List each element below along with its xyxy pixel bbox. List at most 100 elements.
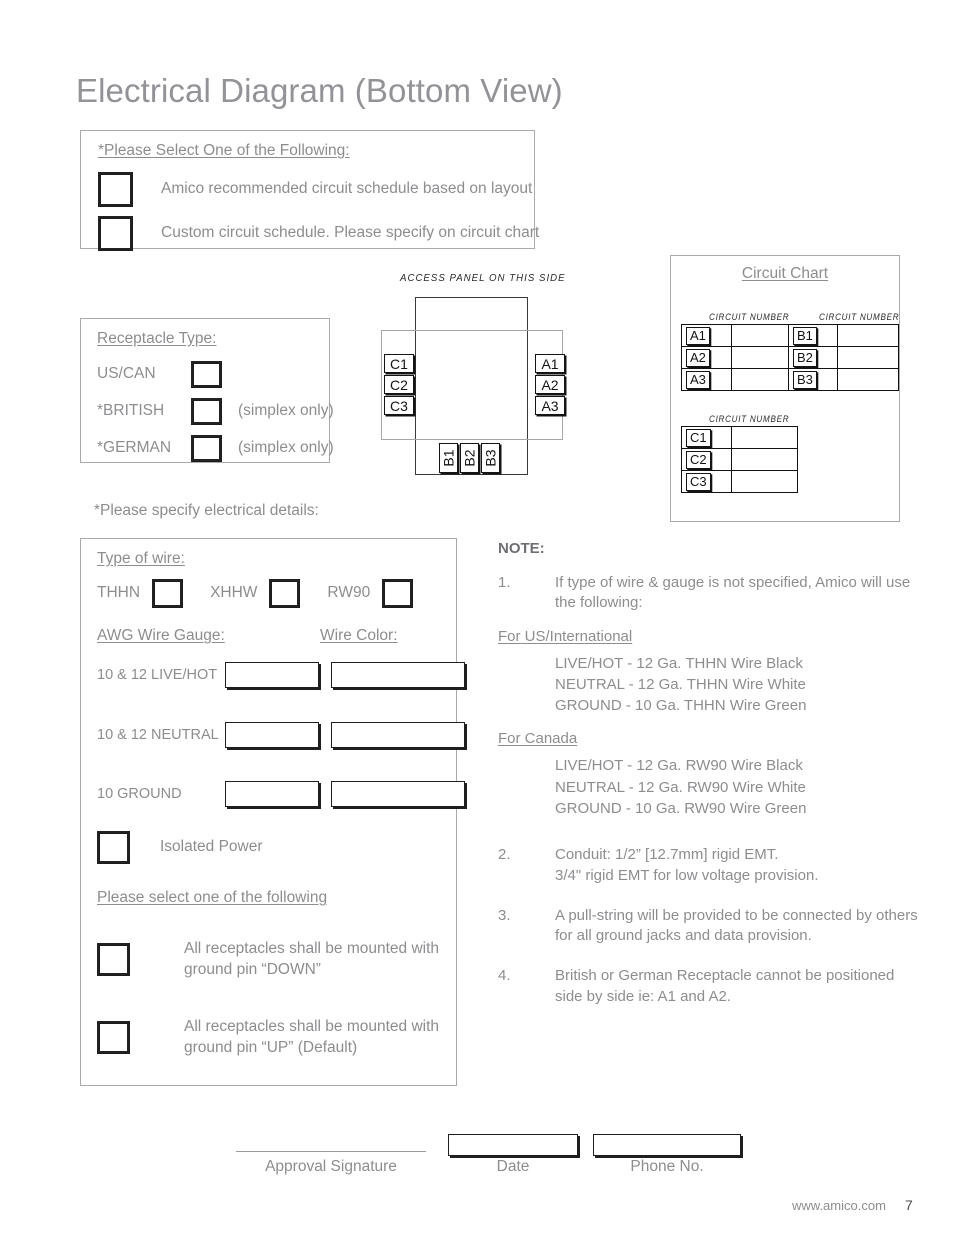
circuit-chart-title: Circuit Chart <box>741 265 829 282</box>
checkbox-ground-pin-down[interactable] <box>97 943 129 975</box>
diagram-pin-b2: B2 <box>460 443 479 473</box>
input-gauge-neutral[interactable] <box>225 722 319 748</box>
pin-label: B3 <box>482 449 499 467</box>
select-one-option-row[interactable]: Custom circuit schedule. Please specify … <box>98 216 539 250</box>
checkbox-wire-rw90[interactable] <box>382 579 413 607</box>
note-line: NEUTRAL - 12 Ga. THHN Wire White <box>555 675 806 693</box>
circuit-value-cell[interactable] <box>836 324 900 347</box>
pin-badge: A2 <box>686 348 710 367</box>
diagram-pin-b1: B1 <box>439 443 458 473</box>
approval-signature-line[interactable] <box>236 1151 426 1152</box>
checkbox-receptacle-british[interactable] <box>191 398 221 424</box>
note-item-4: 4. British or German Receptacle cannot b… <box>498 966 918 1007</box>
input-color-ground[interactable] <box>331 781 465 807</box>
pin-label: B2 <box>461 449 478 467</box>
electrical-bottom-view-diagram: ACCESS PANEL ON THIS SIDE C1 C2 C3 A1 A2… <box>370 268 580 493</box>
pin-badge: A1 <box>686 326 710 345</box>
phone-number-label: Phone No. <box>630 1158 704 1175</box>
note-line: GROUND - 10 Ga. RW90 Wire Green <box>555 799 807 817</box>
circuit-key-cell: C2 <box>681 448 732 471</box>
wire-type-rw90[interactable]: RW90 <box>327 579 413 607</box>
note-number: 3. <box>498 906 511 924</box>
ground-option-label: All receptacles shall be mounted with gr… <box>184 940 440 978</box>
diagram-pin-c1: C1 <box>384 354 414 373</box>
circuit-key-cell: B2 <box>788 346 838 369</box>
receptacle-row-german[interactable]: *GERMAN (simplex only) <box>97 435 334 461</box>
wire-type-options: THHN XHHW RW90 <box>97 579 413 607</box>
circuit-value-cell[interactable] <box>836 368 900 391</box>
note-line: LIVE/HOT - 12 Ga. THHN Wire Black <box>555 654 803 672</box>
note-us-lines: LIVE/HOT - 12 Ga. THHN Wire Black NEUTRA… <box>555 653 918 717</box>
table-row: C2 <box>681 448 798 471</box>
receptacle-note: (simplex only) <box>238 439 334 456</box>
wire-type-label: THHN <box>97 584 141 601</box>
circuit-key-cell: A1 <box>681 324 732 347</box>
specify-electrical-details-label: *Please specify electrical details: <box>94 502 319 519</box>
receptacle-row-us-can[interactable]: US/CAN <box>97 361 238 387</box>
checkbox-receptacle-german[interactable] <box>191 435 221 461</box>
table-row: B3 <box>788 368 900 391</box>
table-row: C1 <box>681 426 798 449</box>
note-line: GROUND - 10 Ga. THHN Wire Green <box>555 697 807 715</box>
note-line: NEUTRAL - 12 Ga. RW90 Wire White <box>555 778 806 796</box>
isolated-power-row[interactable]: Isolated Power <box>97 831 263 863</box>
ground-pin-down-row[interactable]: All receptacles shall be mounted with gr… <box>97 939 484 981</box>
circuit-value-cell[interactable] <box>731 470 798 493</box>
circuit-value-cell[interactable] <box>731 448 798 471</box>
checkbox-amico-recommended-schedule[interactable] <box>98 172 132 206</box>
footer-website-url[interactable]: www.amico.com <box>792 1198 886 1213</box>
checkbox-receptacle-us-can[interactable] <box>191 361 221 387</box>
pin-badge: C2 <box>686 450 711 469</box>
gauge-row-label: 10 GROUND <box>97 786 182 802</box>
wire-type-label: XHHW <box>210 584 258 601</box>
wire-details-panel: Type of wire: THHN XHHW RW90 AWG Wire Ga… <box>80 538 465 1086</box>
circuit-key-cell: B3 <box>788 368 838 391</box>
receptacle-row-british[interactable]: *BRITISH (simplex only) <box>97 398 334 424</box>
note-subheading-canada: For Canada <box>498 730 578 748</box>
note-text: If type of wire & gauge is not specified… <box>555 574 911 612</box>
circuit-value-cell[interactable] <box>731 426 798 449</box>
circuit-key-cell: A3 <box>681 368 732 391</box>
wire-type-xhhw[interactable]: XHHW <box>210 579 300 607</box>
select-one-option-row[interactable]: Amico recommended circuit schedule based… <box>98 172 532 206</box>
page-title: Electrical Diagram (Bottom View) <box>76 72 563 109</box>
input-gauge-live-hot[interactable] <box>225 662 319 688</box>
access-panel-label: ACCESS PANEL ON THIS SIDE <box>400 272 566 284</box>
wire-type-thhn[interactable]: THHN <box>97 579 183 607</box>
note-line: LIVE/HOT - 12 Ga. RW90 Wire Black <box>555 757 803 775</box>
checkbox-wire-xhhw[interactable] <box>269 579 300 607</box>
isolated-power-label: Isolated Power <box>160 838 263 855</box>
gauge-row-neutral: 10 & 12 NEUTRAL <box>97 722 465 748</box>
receptacle-type-panel: Receptacle Type: US/CAN *BRITISH (simple… <box>80 318 334 463</box>
checkbox-ground-pin-up[interactable] <box>97 1021 129 1053</box>
input-date[interactable] <box>448 1134 578 1156</box>
note-item-3: 3. A pull-string will be provided to be … <box>498 906 918 947</box>
select-following-title: Please select one of the following <box>97 889 328 906</box>
input-gauge-ground[interactable] <box>225 781 319 807</box>
circuit-key-cell: A2 <box>681 346 732 369</box>
note-item-2: 2. Conduit: 1/2” [12.7mm] rigid EMT. 3/4… <box>498 845 918 886</box>
circuit-chart-panel: Circuit Chart CIRCUIT NUMBER CIRCUIT NUM… <box>670 255 900 522</box>
input-color-live-hot[interactable] <box>331 662 465 688</box>
circuit-chart-table-b: B1 B2 B3 <box>788 324 900 391</box>
circuit-number-header-a: CIRCUIT NUMBER <box>709 312 790 322</box>
input-phone-number[interactable] <box>593 1134 741 1156</box>
select-one-option-label: Amico recommended circuit schedule based… <box>161 180 533 197</box>
approval-signature-label: Approval Signature <box>265 1158 397 1175</box>
gauge-row-live-hot: 10 & 12 LIVE/HOT <box>97 662 465 688</box>
input-color-neutral[interactable] <box>331 722 465 748</box>
circuit-key-cell: B1 <box>788 324 838 347</box>
checkbox-wire-thhn[interactable] <box>152 579 183 607</box>
pin-badge: B3 <box>793 370 817 389</box>
circuit-key-cell: C1 <box>681 426 732 449</box>
circuit-value-cell[interactable] <box>836 346 900 369</box>
checkbox-custom-circuit-schedule[interactable] <box>98 216 132 250</box>
checkbox-isolated-power[interactable] <box>97 831 129 863</box>
diagram-pin-c3: C3 <box>384 396 414 415</box>
ground-pin-up-row[interactable]: All receptacles shall be mounted with gr… <box>97 1017 484 1059</box>
ground-option-label: All receptacles shall be mounted with gr… <box>184 1018 440 1056</box>
pin-label: C2 <box>390 376 408 393</box>
pin-label: B1 <box>440 449 457 467</box>
note-number: 1. <box>498 574 511 591</box>
circuit-number-header-b: CIRCUIT NUMBER <box>819 312 900 322</box>
